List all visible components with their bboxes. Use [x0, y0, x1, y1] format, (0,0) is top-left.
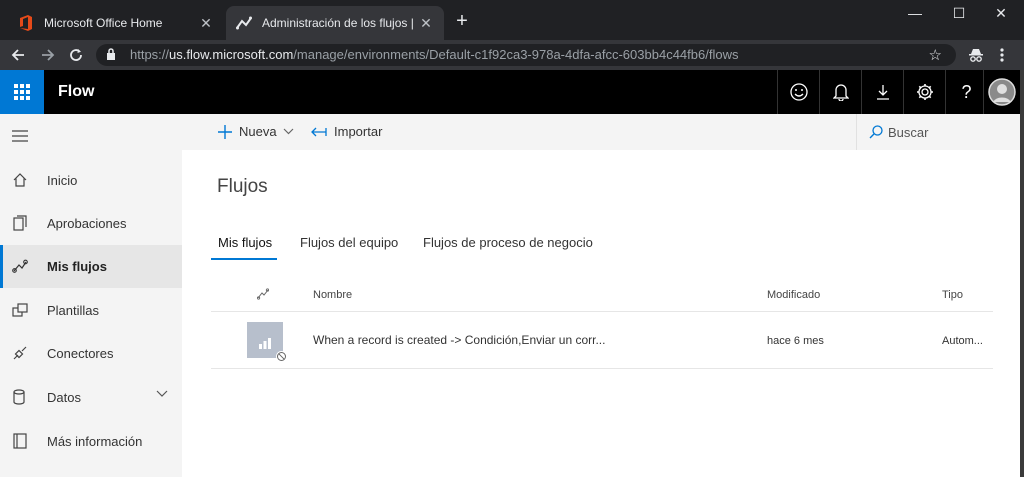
column-header-type[interactable]: Tipo: [942, 289, 963, 301]
maximize-button[interactable]: ☐: [936, 0, 982, 26]
sidebar-item-label: Plantillas: [47, 303, 100, 318]
browser-toolbar: https://us.flow.microsoft.com/manage/env…: [0, 40, 1024, 70]
download-icon[interactable]: [861, 70, 903, 114]
minimize-button[interactable]: —: [892, 0, 938, 26]
search-placeholder: Buscar: [888, 124, 929, 140]
book-icon: [12, 433, 30, 451]
tab-flujos-de-proceso[interactable]: Flujos de proceso de negocio: [423, 235, 593, 250]
app-launcher-waffle-icon[interactable]: [0, 70, 44, 114]
new-button-label: Nueva: [239, 124, 277, 139]
sidebar-item-conectores[interactable]: Conectores: [0, 332, 182, 375]
incognito-icon[interactable]: [966, 45, 986, 65]
connector-icon: [12, 345, 30, 363]
bookmark-star-icon[interactable]: ☆: [929, 46, 942, 64]
reload-icon[interactable]: [66, 45, 86, 65]
sidebar-item-aprobaciones[interactable]: Aprobaciones: [0, 202, 182, 245]
column-header-name[interactable]: Nombre: [313, 289, 352, 301]
lock-icon: [106, 48, 116, 61]
sidebar-item-mas-informacion[interactable]: Más información: [0, 420, 182, 463]
sidebar-item-label: Mis flujos: [47, 259, 107, 274]
database-icon: [12, 389, 30, 407]
page-title: Flujos: [217, 176, 268, 197]
table-row-divider: [211, 368, 993, 369]
command-bar: Nueva Importar Buscar: [182, 114, 1024, 150]
chevron-down-icon: [283, 128, 294, 135]
window-edge: [1020, 70, 1024, 477]
flow-type-column-icon: [257, 288, 269, 300]
column-header-modified[interactable]: Modificado: [767, 289, 820, 301]
help-icon[interactable]: ?: [945, 70, 987, 114]
close-icon[interactable]: ✕: [198, 15, 214, 31]
browser-tab-title: Microsoft Office Home: [44, 16, 163, 30]
forward-arrow-icon[interactable]: [38, 45, 58, 65]
avatar[interactable]: [983, 70, 1020, 114]
sidebar-item-mis-flujos[interactable]: Mis flujos: [0, 245, 182, 288]
sidebar-item-label: Conectores: [47, 346, 114, 361]
office-icon: [18, 15, 34, 31]
templates-icon: [12, 302, 30, 320]
import-button[interactable]: Importar: [311, 124, 382, 139]
sidebar-item-label: Aprobaciones: [47, 216, 127, 231]
address-bar[interactable]: https://us.flow.microsoft.com/manage/env…: [96, 44, 956, 66]
browser-tab-office[interactable]: Microsoft Office Home ✕: [8, 6, 224, 40]
browser-tab-strip: Microsoft Office Home ✕ Administración d…: [0, 0, 1024, 40]
new-tab-button[interactable]: +: [452, 11, 472, 31]
new-button[interactable]: Nueva: [218, 124, 294, 139]
sidebar-item-plantillas[interactable]: Plantillas: [0, 289, 182, 332]
sidebar-item-label: Más información: [47, 434, 143, 449]
close-icon[interactable]: ✕: [418, 15, 434, 31]
home-icon: [12, 172, 30, 190]
sidebar: Inicio Aprobaciones Mis flujos Plantilla…: [0, 114, 182, 477]
flow-icon: [236, 15, 252, 31]
disabled-status-icon: [276, 351, 287, 362]
feedback-smiley-icon[interactable]: [777, 70, 819, 114]
more-vert-icon[interactable]: [992, 45, 1012, 65]
sidebar-item-label: Datos: [47, 390, 81, 405]
tab-mis-flujos[interactable]: Mis flujos: [218, 235, 272, 250]
notifications-bell-icon[interactable]: [819, 70, 861, 114]
flow-type: Autom...: [942, 335, 983, 347]
settings-gear-icon[interactable]: [903, 70, 945, 114]
sidebar-item-inicio[interactable]: Inicio: [0, 159, 182, 202]
sidebar-item-label: Inicio: [47, 173, 78, 188]
flow-modified: hace 6 mes: [767, 335, 824, 347]
close-window-button[interactable]: ✕: [978, 0, 1024, 26]
app-header: Flow ?: [0, 70, 1024, 114]
back-arrow-icon[interactable]: [8, 45, 28, 65]
search-icon: [869, 125, 883, 139]
hamburger-menu-icon[interactable]: [12, 130, 28, 142]
url-text: https://us.flow.microsoft.com/manage/env…: [130, 47, 739, 62]
browser-tab-title: Administración de los flujos | Mic: [262, 16, 418, 30]
plus-icon: [218, 124, 232, 139]
sidebar-item-datos[interactable]: Datos: [0, 376, 182, 419]
flow-icon: [12, 258, 30, 276]
active-tab-indicator: [211, 258, 277, 260]
table-header-divider: [211, 311, 993, 312]
app-name[interactable]: Flow: [58, 83, 94, 101]
flow-name-link[interactable]: When a record is created -> Condición,En…: [313, 333, 605, 347]
tab-flujos-del-equipo[interactable]: Flujos del equipo: [300, 235, 398, 250]
import-button-label: Importar: [334, 124, 383, 139]
approvals-icon: [12, 215, 30, 233]
search-input[interactable]: Buscar: [856, 114, 1024, 150]
import-arrow-icon: [311, 127, 327, 137]
chevron-down-icon[interactable]: [156, 390, 168, 398]
browser-tab-flow[interactable]: Administración de los flujos | Mic ✕: [226, 6, 444, 40]
